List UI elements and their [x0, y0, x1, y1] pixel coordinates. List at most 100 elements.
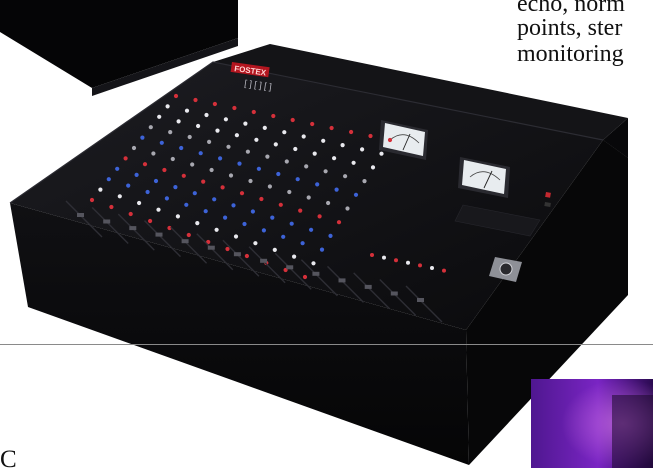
knob — [126, 183, 131, 188]
knob — [290, 117, 295, 123]
knob — [184, 202, 189, 207]
knob — [351, 160, 356, 165]
knob — [312, 151, 317, 156]
knob — [304, 164, 309, 169]
knob — [223, 117, 228, 122]
knob — [332, 156, 337, 161]
knob — [162, 167, 167, 173]
knob — [310, 121, 315, 127]
knob — [145, 189, 150, 195]
knob — [306, 195, 311, 200]
knob — [123, 156, 128, 161]
master-knob — [382, 255, 386, 260]
knob — [215, 128, 220, 133]
knob — [140, 135, 145, 140]
master-knob — [430, 266, 434, 270]
knob — [184, 108, 190, 113]
knob — [128, 211, 133, 217]
knob — [270, 215, 275, 220]
knob — [226, 144, 231, 149]
knob — [201, 179, 206, 184]
master-knob — [418, 263, 422, 268]
knob — [276, 171, 281, 177]
fader-cap — [390, 291, 398, 296]
knob — [179, 145, 184, 151]
knob — [203, 209, 208, 214]
knob — [196, 123, 201, 129]
knob — [181, 173, 186, 178]
knob — [326, 200, 331, 206]
knob — [109, 204, 114, 210]
knob — [190, 162, 195, 167]
knob — [261, 228, 266, 233]
knob — [223, 215, 228, 220]
caption-text: C — [0, 446, 17, 473]
knob — [319, 247, 325, 252]
knob — [289, 221, 294, 226]
knob — [148, 125, 153, 130]
knob — [379, 151, 384, 156]
knob — [98, 187, 103, 192]
knob — [334, 187, 339, 192]
fader-cap — [207, 245, 215, 250]
knob — [300, 241, 305, 246]
knob — [271, 113, 276, 119]
fader-cap — [364, 284, 372, 289]
knob — [89, 197, 95, 203]
knob — [218, 156, 223, 161]
knob — [287, 189, 292, 195]
knob — [253, 241, 258, 246]
fader-cap — [417, 298, 424, 302]
body-text-line: points, ster — [517, 15, 623, 41]
knob — [192, 191, 197, 196]
knob — [212, 101, 217, 107]
knob — [254, 137, 259, 142]
knob — [151, 151, 156, 156]
knob — [198, 151, 203, 156]
knob — [117, 194, 122, 199]
fader-cap — [233, 252, 241, 257]
knob — [131, 145, 137, 151]
knob — [293, 146, 298, 152]
knob — [295, 177, 300, 182]
knob — [173, 93, 179, 99]
knob — [298, 208, 303, 213]
knob — [345, 206, 350, 211]
knob — [343, 174, 348, 179]
knob — [165, 104, 170, 109]
knob — [251, 109, 256, 115]
fader-cap — [286, 265, 294, 270]
fader-cap — [103, 219, 111, 224]
knob — [278, 202, 283, 207]
knob — [362, 179, 367, 184]
fader-cap — [77, 213, 84, 217]
knob — [153, 178, 159, 184]
knob — [329, 125, 334, 131]
knob — [302, 274, 308, 280]
fader-cap — [312, 271, 320, 276]
page-divider — [0, 344, 653, 345]
knob — [265, 154, 270, 159]
knob — [282, 130, 287, 135]
knob — [220, 185, 225, 190]
knob — [232, 105, 237, 111]
knob — [245, 149, 250, 154]
knob — [237, 161, 242, 166]
knob — [212, 197, 217, 202]
knob — [281, 234, 286, 239]
master-knob — [442, 268, 446, 273]
knob — [328, 233, 333, 238]
knob — [311, 261, 316, 266]
knob — [137, 200, 142, 206]
knob — [175, 214, 180, 219]
knob — [156, 207, 161, 212]
fader-cap — [155, 232, 163, 237]
knob — [115, 166, 120, 171]
knob — [242, 221, 247, 227]
knob — [170, 156, 175, 162]
knob — [353, 192, 359, 197]
inset-photo — [531, 379, 653, 468]
knob — [207, 139, 212, 144]
knob — [387, 137, 393, 143]
knob — [209, 167, 214, 173]
